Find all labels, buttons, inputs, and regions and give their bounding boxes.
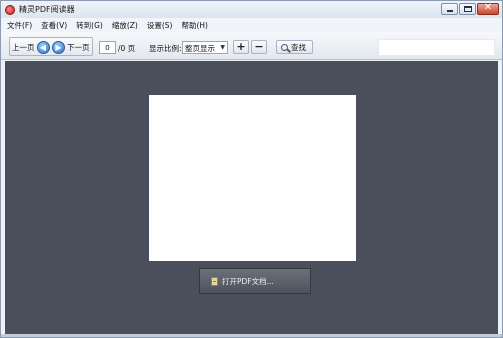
menu-file[interactable]: 文件(F) xyxy=(7,20,32,31)
page-nav-group: 上一页 ◀ ▶ 下一页 xyxy=(9,37,93,56)
zoom-select-value: 整页显示 xyxy=(185,44,215,53)
zoom-select[interactable]: 整页显示 ▼ xyxy=(182,41,228,54)
close-button[interactable]: ✕ xyxy=(477,2,499,15)
prev-page-button[interactable]: 上一页 ◀ xyxy=(12,40,50,54)
next-page-button[interactable]: ▶ 下一页 xyxy=(52,40,90,54)
menu-settings[interactable]: 设置(S) xyxy=(147,20,173,31)
arrow-right-icon: ▶ xyxy=(52,40,65,54)
prev-page-label: 上一页 xyxy=(12,42,35,52)
page-number-input[interactable] xyxy=(99,41,116,54)
app-icon xyxy=(5,4,15,15)
maximize-button[interactable] xyxy=(459,3,476,15)
zoom-label: 显示比例: xyxy=(149,44,182,53)
search-icon xyxy=(281,43,288,51)
app-window: 精灵PDF阅读器 ✕ 文件(F) 查看(V) 转到(G) 缩放(Z) 设置(S)… xyxy=(0,0,503,338)
minimize-button[interactable] xyxy=(441,3,458,15)
next-page-label: 下一页 xyxy=(67,42,90,52)
title-bar[interactable]: 精灵PDF阅读器 ✕ xyxy=(1,1,502,18)
window-controls: ✕ xyxy=(441,2,499,15)
menu-zoom[interactable]: 缩放(Z) xyxy=(112,20,138,31)
find-button[interactable]: 查找 xyxy=(276,40,313,54)
zoom-out-button[interactable]: − xyxy=(251,40,267,54)
menu-bar: 文件(F) 查看(V) 转到(G) 缩放(Z) 设置(S) 帮助(H) xyxy=(1,18,502,32)
window-bottom-edge xyxy=(1,334,502,337)
search-input[interactable] xyxy=(378,39,495,56)
close-icon: ✕ xyxy=(483,2,493,13)
folder-icon xyxy=(211,276,218,286)
find-label: 查找 xyxy=(291,42,306,52)
zoom-in-button[interactable]: + xyxy=(233,40,249,54)
document-viewer[interactable]: 打开PDF文档... xyxy=(5,61,498,334)
minimize-icon xyxy=(447,10,453,12)
window-title: 精灵PDF阅读器 xyxy=(19,5,75,14)
maximize-icon xyxy=(464,6,472,12)
chevron-down-icon: ▼ xyxy=(220,44,225,51)
arrow-left-icon: ◀ xyxy=(36,40,50,54)
menu-view[interactable]: 查看(V) xyxy=(41,20,67,31)
open-pdf-label: 打开PDF文档... xyxy=(222,276,274,286)
toolbar: 上一页 ◀ ▶ 下一页 /0 页 显示比例: 整页显示 ▼ + − 查找 xyxy=(1,32,502,60)
open-pdf-button[interactable]: 打开PDF文档... xyxy=(199,268,311,294)
menu-goto[interactable]: 转到(G) xyxy=(76,20,103,31)
page-canvas xyxy=(149,95,356,261)
page-total: /0 页 xyxy=(118,44,136,53)
menu-help[interactable]: 帮助(H) xyxy=(181,20,208,31)
